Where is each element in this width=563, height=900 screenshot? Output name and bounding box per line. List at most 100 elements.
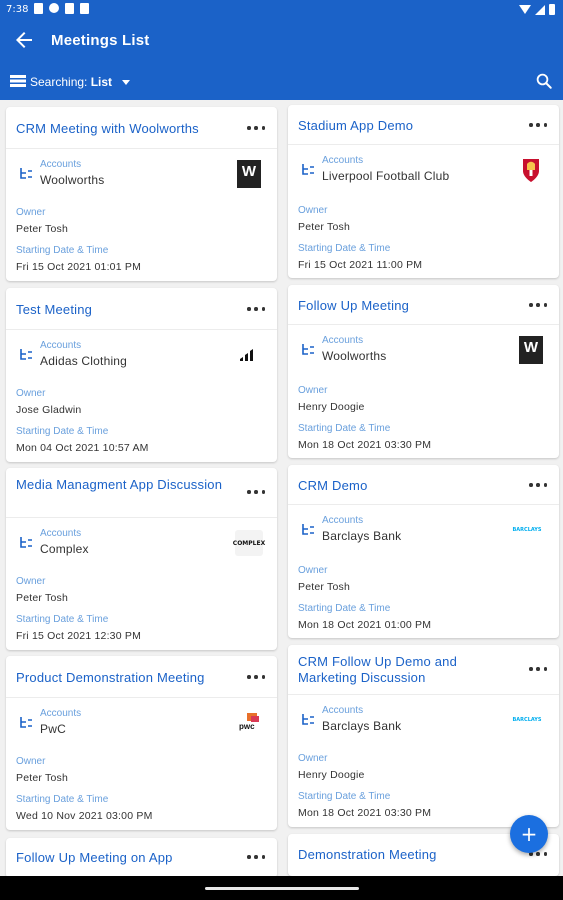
home-gesture-handle[interactable]	[205, 887, 359, 890]
start-date-value: Fri 15 Oct 2021 11:00 PM	[298, 259, 423, 271]
battery-icon	[549, 4, 555, 15]
meeting-title[interactable]: Stadium App Demo	[298, 118, 517, 134]
start-date-label: Starting Date & Time	[298, 603, 391, 614]
barclays-logo: BARCLAYS	[512, 527, 542, 533]
account-name[interactable]: PwC	[40, 722, 66, 736]
sd-card-icon	[80, 3, 89, 14]
accounts-label: Accounts	[40, 708, 82, 719]
meeting-title[interactable]: Product Demonstration Meeting	[16, 670, 235, 686]
card-header: Product Demonstration Meeting	[6, 656, 277, 698]
more-options-icon[interactable]	[247, 488, 265, 496]
more-options-icon[interactable]	[247, 305, 265, 313]
search-icon[interactable]	[535, 72, 553, 90]
more-options-icon[interactable]	[529, 481, 547, 489]
woolworths-logo: W	[236, 159, 262, 189]
account-hierarchy-icon	[20, 349, 32, 360]
status-right	[519, 4, 555, 15]
search-mode-dropdown[interactable]: Searching: List	[30, 75, 112, 89]
meeting-title[interactable]: Follow Up Meeting	[298, 298, 517, 314]
account-field: Accounts Woolworths W	[16, 159, 266, 193]
card-header: Test Meeting	[6, 288, 277, 330]
meeting-card[interactable]: CRM Follow Up Demo and Marketing Discuss…	[288, 645, 559, 827]
meeting-title[interactable]: CRM Demo	[298, 478, 517, 494]
start-date-label: Starting Date & Time	[16, 245, 109, 256]
more-options-icon[interactable]	[529, 301, 547, 309]
start-date-label: Starting Date & Time	[298, 243, 391, 254]
more-options-icon[interactable]	[529, 665, 547, 673]
status-bar: 7:38	[0, 0, 563, 20]
meeting-card[interactable]: Test Meeting Accounts Adidas Clothing Ow…	[6, 288, 277, 462]
chevron-down-icon[interactable]	[122, 80, 130, 85]
pwc-logo: pwc	[236, 708, 262, 738]
owner-value: Jose Gladwin	[16, 404, 82, 416]
accounts-label: Accounts	[40, 528, 82, 539]
back-arrow-icon[interactable]	[12, 28, 36, 52]
account-name[interactable]: Adidas Clothing	[40, 354, 127, 368]
meeting-card[interactable]: Follow Up Meeting on App	[6, 838, 277, 878]
card-header: CRM Demo	[288, 465, 559, 505]
status-icons	[34, 3, 89, 14]
card-header: CRM Meeting with Woolworths	[6, 107, 277, 149]
owner-label: Owner	[16, 388, 46, 399]
meeting-title[interactable]: CRM Meeting with Woolworths	[16, 121, 235, 137]
owner-label: Owner	[298, 385, 328, 396]
list-view-icon	[10, 75, 26, 87]
search-mode-bar: Searching: List	[0, 62, 563, 100]
start-date-label: Starting Date & Time	[298, 791, 391, 802]
account-field: Accounts Barclays Bank BARCLAYS	[298, 705, 548, 739]
meeting-title[interactable]: CRM Follow Up Demo and Marketing Discuss…	[298, 654, 517, 686]
barclays-logo: BARCLAYS	[512, 717, 542, 723]
plus-icon: +	[520, 822, 538, 846]
meeting-card[interactable]: CRM Meeting with Woolworths Accounts Woo…	[6, 107, 277, 281]
start-date-value: Mon 18 Oct 2021 03:30 PM	[298, 807, 432, 819]
meeting-card[interactable]: Follow Up Meeting Accounts Woolworths W …	[288, 285, 559, 458]
meeting-card[interactable]: CRM Demo Accounts Barclays Bank BARCLAYS…	[288, 465, 559, 638]
more-options-icon[interactable]	[529, 121, 547, 129]
account-hierarchy-icon	[20, 168, 32, 179]
owner-value: Peter Tosh	[298, 221, 351, 233]
account-name[interactable]: Liverpool Football Club	[322, 169, 449, 183]
account-name[interactable]: Woolworths	[40, 173, 104, 187]
card-header: Follow Up Meeting	[288, 285, 559, 325]
account-name[interactable]: Woolworths	[322, 349, 386, 363]
owner-label: Owner	[16, 207, 46, 218]
account-name[interactable]: Complex	[40, 542, 89, 556]
settings-icon	[49, 3, 59, 13]
add-meeting-button[interactable]: +	[510, 815, 548, 853]
meeting-title[interactable]: Follow Up Meeting on App	[16, 850, 235, 866]
status-time: 7:38	[6, 4, 29, 15]
account-hierarchy-icon	[302, 344, 314, 355]
start-date-label: Starting Date & Time	[298, 423, 391, 434]
account-field: Accounts Liverpool Football Club	[298, 155, 548, 189]
account-name[interactable]: Barclays Bank	[322, 719, 401, 733]
start-date-label: Starting Date & Time	[16, 794, 109, 805]
account-field: Accounts PwC pwc	[16, 708, 266, 742]
start-date-value: Fri 15 Oct 2021 01:01 PM	[16, 261, 142, 273]
meeting-card[interactable]: Media Managment App Discussion Accounts …	[6, 468, 277, 650]
owner-value: Peter Tosh	[16, 772, 69, 784]
gmail-icon	[65, 3, 74, 14]
meeting-title[interactable]: Demonstration Meeting	[298, 847, 517, 863]
owner-label: Owner	[298, 565, 328, 576]
more-options-icon[interactable]	[247, 124, 265, 132]
more-options-icon[interactable]	[247, 853, 265, 861]
meeting-title[interactable]: Test Meeting	[16, 302, 235, 318]
account-hierarchy-icon	[302, 164, 314, 175]
start-date-value: Mon 18 Oct 2021 03:30 PM	[298, 439, 432, 451]
meeting-card[interactable]: Stadium App Demo Accounts Liverpool Foot…	[288, 105, 559, 278]
owner-value: Peter Tosh	[16, 223, 69, 235]
start-date-label: Starting Date & Time	[16, 426, 109, 437]
start-date-label: Starting Date & Time	[16, 614, 109, 625]
more-options-icon[interactable]	[247, 673, 265, 681]
account-name[interactable]: Barclays Bank	[322, 529, 401, 543]
meeting-title[interactable]: Media Managment App Discussion	[16, 477, 235, 493]
card-header: Stadium App Demo	[288, 105, 559, 145]
system-navigation-bar	[0, 876, 563, 900]
meeting-card[interactable]: Product Demonstration Meeting Accounts P…	[6, 656, 277, 830]
owner-label: Owner	[298, 753, 328, 764]
account-hierarchy-icon	[302, 714, 314, 725]
accounts-label: Accounts	[322, 705, 364, 716]
start-date-value: Mon 18 Oct 2021 01:00 PM	[298, 619, 432, 631]
start-date-value: Mon 04 Oct 2021 10:57 AM	[16, 442, 149, 454]
card-header: CRM Follow Up Demo and Marketing Discuss…	[288, 645, 559, 695]
